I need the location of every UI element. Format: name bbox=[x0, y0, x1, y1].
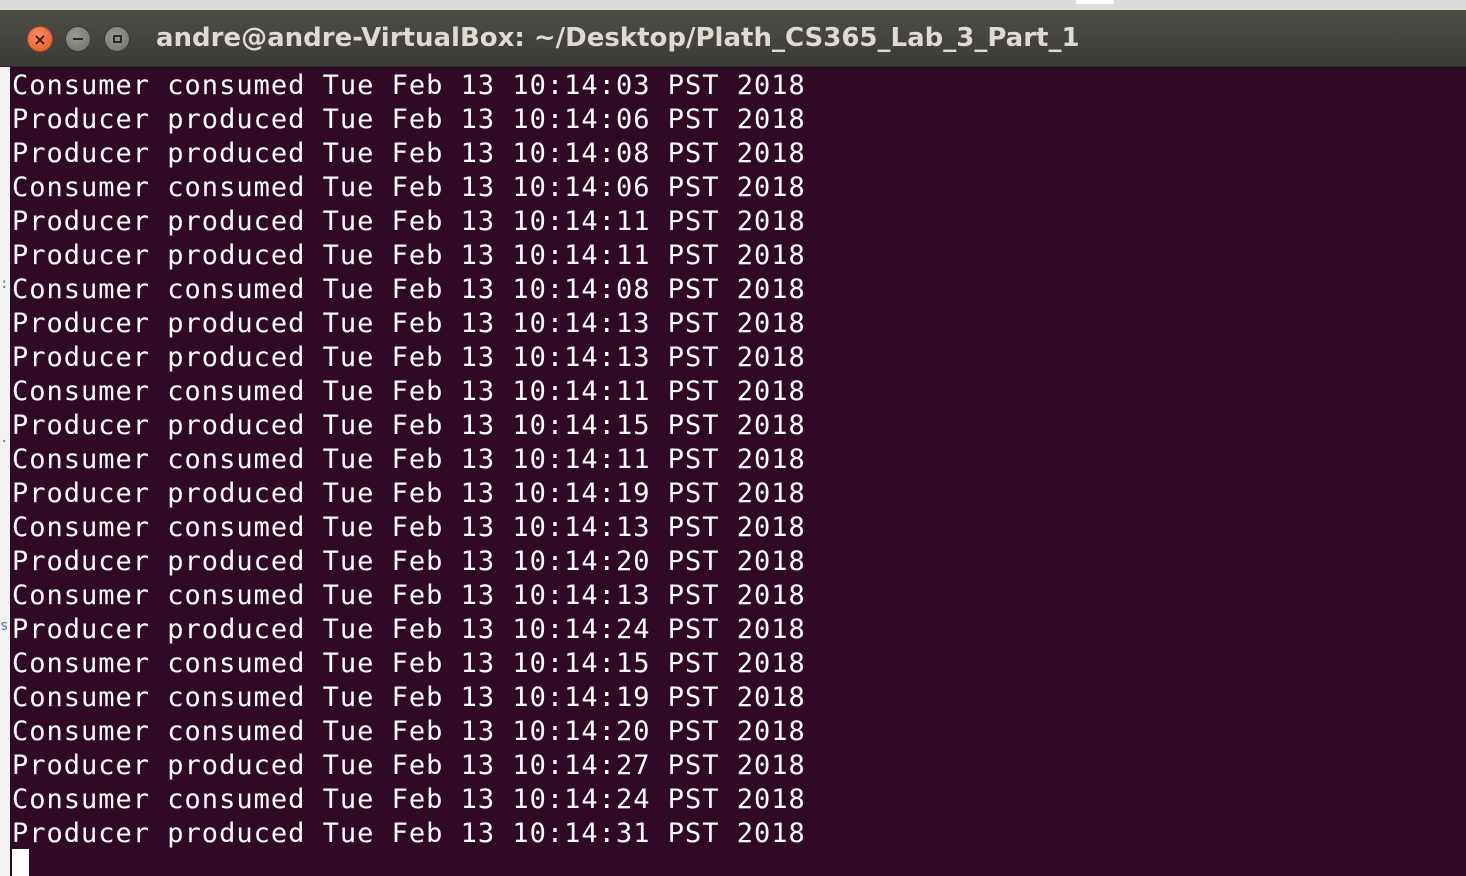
maximize-icon bbox=[112, 35, 122, 43]
background-glyph-icon: . bbox=[0, 431, 9, 445]
terminal-line: Consumer consumed Tue Feb 13 10:14:19 PS… bbox=[12, 682, 806, 713]
background-glyph-icon: : bbox=[0, 277, 9, 291]
terminal-lines: Consumer consumed Tue Feb 13 10:14:03 PS… bbox=[12, 69, 806, 851]
terminal-line: Consumer consumed Tue Feb 13 10:14:13 PS… bbox=[12, 512, 806, 543]
background-window-tab bbox=[1076, 0, 1114, 4]
terminal-line: Consumer consumed Tue Feb 13 10:14:20 PS… bbox=[12, 716, 806, 747]
terminal-line: Consumer consumed Tue Feb 13 10:14:15 PS… bbox=[12, 648, 806, 679]
terminal-window: × andre@andre-VirtualBox: ~/Desktop/Plat… bbox=[0, 0, 1466, 876]
terminal-line: Producer produced Tue Feb 13 10:14:06 PS… bbox=[12, 104, 806, 135]
terminal-line: Producer produced Tue Feb 13 10:14:27 PS… bbox=[12, 750, 806, 781]
background-window-sliver: : . s bbox=[0, 67, 10, 876]
terminal-line: Consumer consumed Tue Feb 13 10:14:13 PS… bbox=[12, 580, 806, 611]
terminal-output-area[interactable]: Consumer consumed Tue Feb 13 10:14:03 PS… bbox=[10, 67, 1466, 876]
terminal-line: Producer produced Tue Feb 13 10:14:11 PS… bbox=[12, 240, 806, 271]
terminal-line: Producer produced Tue Feb 13 10:14:24 PS… bbox=[12, 614, 806, 645]
close-icon: × bbox=[33, 29, 47, 49]
window-title: andre@andre-VirtualBox: ~/Desktop/Plath_… bbox=[156, 23, 1080, 53]
terminal-line: Producer produced Tue Feb 13 10:14:08 PS… bbox=[12, 138, 806, 169]
maximize-button[interactable] bbox=[104, 26, 130, 52]
terminal-line: Consumer consumed Tue Feb 13 10:14:11 PS… bbox=[12, 444, 806, 475]
title-bar[interactable]: × andre@andre-VirtualBox: ~/Desktop/Plat… bbox=[0, 10, 1466, 67]
terminal-line: Producer produced Tue Feb 13 10:14:11 PS… bbox=[12, 206, 806, 237]
minimize-button[interactable] bbox=[65, 26, 91, 52]
terminal-line: Producer produced Tue Feb 13 10:14:15 PS… bbox=[12, 410, 806, 441]
terminal-cursor bbox=[12, 849, 29, 876]
background-window-edge bbox=[0, 0, 1466, 10]
terminal-line: Producer produced Tue Feb 13 10:14:13 PS… bbox=[12, 342, 806, 373]
terminal-line: Consumer consumed Tue Feb 13 10:14:03 PS… bbox=[12, 70, 806, 101]
terminal-line: Producer produced Tue Feb 13 10:14:20 PS… bbox=[12, 546, 806, 577]
terminal-line: Producer produced Tue Feb 13 10:14:31 PS… bbox=[12, 818, 806, 849]
terminal-line: Consumer consumed Tue Feb 13 10:14:06 PS… bbox=[12, 172, 806, 203]
terminal-line: Consumer consumed Tue Feb 13 10:14:08 PS… bbox=[12, 274, 806, 305]
terminal-line: Consumer consumed Tue Feb 13 10:14:11 PS… bbox=[12, 376, 806, 407]
terminal-line: Consumer consumed Tue Feb 13 10:14:24 PS… bbox=[12, 784, 806, 815]
close-button[interactable]: × bbox=[27, 26, 53, 52]
minimize-icon bbox=[73, 38, 83, 40]
terminal-line: Producer produced Tue Feb 13 10:14:13 PS… bbox=[12, 308, 806, 339]
background-glyph-icon: s bbox=[0, 619, 9, 633]
terminal-line: Producer produced Tue Feb 13 10:14:19 PS… bbox=[12, 478, 806, 509]
